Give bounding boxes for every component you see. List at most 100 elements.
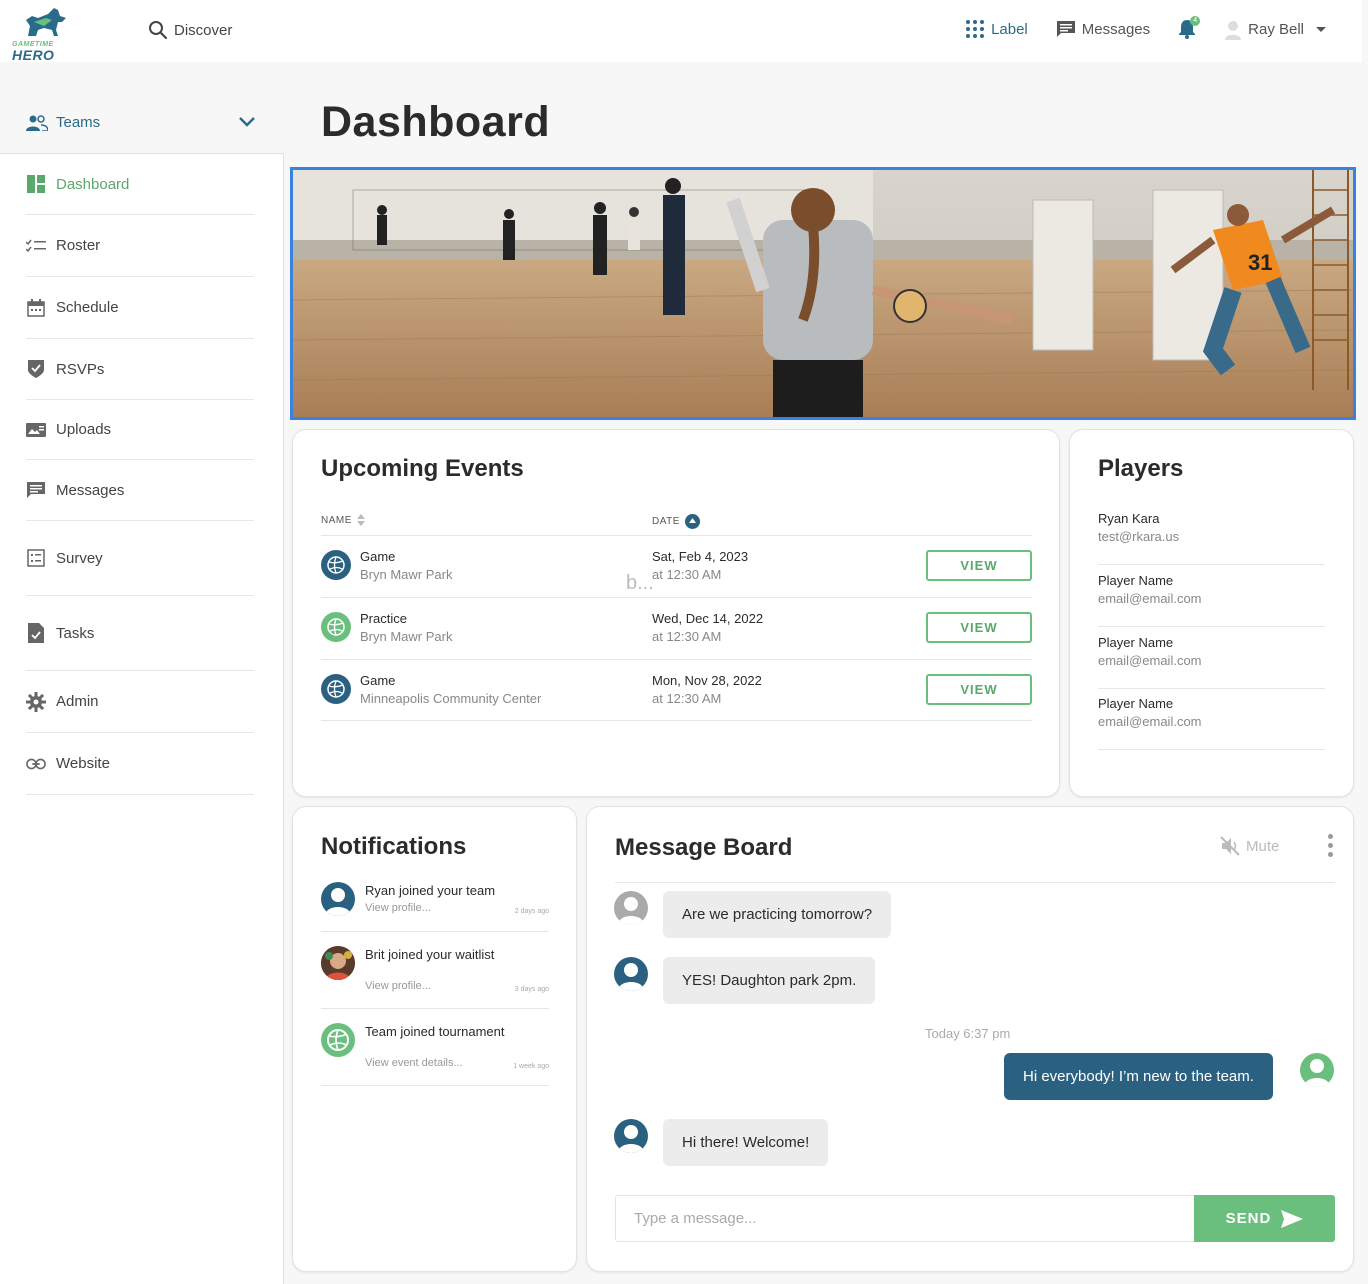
sidebar-item-label: Survey bbox=[56, 549, 103, 567]
sort-icon bbox=[356, 514, 365, 526]
message-icon bbox=[1056, 21, 1075, 37]
user-avatar-icon bbox=[614, 891, 648, 925]
messages-link-text: Messages bbox=[1081, 20, 1151, 38]
sidebar-item-website[interactable]: Website bbox=[26, 733, 254, 795]
grid-dots-icon bbox=[966, 20, 985, 38]
player-name: Player Name bbox=[1098, 573, 1174, 588]
player-name: Ryan Kara bbox=[1098, 511, 1160, 526]
event-time: at 12:30 AM bbox=[652, 629, 722, 644]
player-row[interactable]: Player Name email@email.com bbox=[1098, 627, 1325, 689]
user-avatar-icon bbox=[614, 957, 648, 991]
player-name: Player Name bbox=[1098, 696, 1174, 711]
page-title: Dashboard bbox=[321, 98, 551, 146]
teams-label: Teams bbox=[56, 114, 101, 131]
svg-text:31: 31 bbox=[1248, 250, 1272, 275]
volleyball-icon bbox=[321, 674, 351, 704]
sidebar-item-label: Messages bbox=[56, 481, 125, 499]
label-link-text: Label bbox=[991, 20, 1028, 38]
discover-label: Discover bbox=[174, 21, 233, 39]
divider bbox=[615, 882, 1335, 883]
sidebar-item-survey[interactable]: Survey bbox=[26, 521, 254, 596]
send-label: SEND bbox=[1225, 1210, 1272, 1227]
col-header-date[interactable]: DATE bbox=[652, 514, 700, 529]
player-email: email@email.com bbox=[1098, 653, 1202, 668]
notification-item[interactable]: Brit joined your waitlist View profile..… bbox=[321, 946, 549, 1009]
notification-time: 1 week ago bbox=[513, 1063, 549, 1070]
volleyball-icon bbox=[321, 1023, 355, 1057]
event-row: Practice Bryn Mawr Park Wed, Dec 14, 202… bbox=[321, 597, 1032, 659]
send-arrow-icon bbox=[1281, 1209, 1304, 1228]
event-location: Minneapolis Community Center bbox=[360, 691, 542, 706]
event-location: Bryn Mawr Park bbox=[360, 629, 453, 644]
event-location: Bryn Mawr Park bbox=[360, 567, 453, 582]
notification-item[interactable]: Ryan joined your team View profile... 2 … bbox=[321, 882, 549, 932]
message-bubble: Hi there! Welcome! bbox=[663, 1119, 829, 1166]
discover-link[interactable]: Discover bbox=[148, 20, 232, 40]
player-name: Player Name bbox=[1098, 635, 1174, 650]
event-date: Sat, Feb 4, 2023 bbox=[652, 549, 749, 564]
sort-ascending-icon bbox=[684, 514, 700, 529]
message-timestamp: Today 6:37 pm bbox=[925, 1026, 1011, 1041]
top-bar: GAMETIME HERO Discover Label Messages 4 … bbox=[0, 0, 1362, 62]
sidebar-item-admin[interactable]: Admin bbox=[26, 671, 254, 733]
sidebar-item-label: Schedule bbox=[56, 299, 119, 316]
sidebar-item-rsvps[interactable]: RSVPs bbox=[26, 339, 254, 400]
chevron-down-icon[interactable] bbox=[238, 116, 256, 128]
checklist-icon bbox=[26, 236, 46, 256]
view-event-button[interactable]: VIEW bbox=[926, 674, 1032, 705]
sidebar-item-label: Dashboard bbox=[56, 175, 130, 193]
message-input[interactable] bbox=[615, 1195, 1195, 1242]
event-time: at 12:30 AM bbox=[652, 691, 722, 706]
top-nav: Label Messages 4 Ray Bell bbox=[937, 16, 1326, 40]
messages-link[interactable]: Messages bbox=[1056, 20, 1150, 38]
event-name: Practice bbox=[360, 611, 407, 626]
event-row: Game Bryn Mawr Park Sat, Feb 4, 2023 at … bbox=[321, 535, 1032, 597]
task-icon bbox=[26, 623, 46, 643]
user-photo-avatar bbox=[321, 946, 355, 980]
player-row[interactable]: Player Name email@email.com bbox=[1098, 565, 1325, 627]
player-row[interactable]: Ryan Kara test@rkara.us bbox=[1098, 503, 1325, 565]
col-name-label: NAME bbox=[321, 514, 352, 526]
sidebar-item-uploads[interactable]: Uploads bbox=[26, 400, 254, 460]
player-email: test@rkara.us bbox=[1098, 529, 1180, 544]
upcoming-events-title: Upcoming Events bbox=[321, 455, 524, 482]
sidebar-item-messages[interactable]: Messages bbox=[26, 460, 254, 521]
view-event-button[interactable]: VIEW bbox=[926, 550, 1032, 581]
teams-selector[interactable]: Teams bbox=[0, 100, 284, 154]
volleyball-icon bbox=[321, 612, 351, 642]
notifications-bell[interactable]: 4 bbox=[1178, 16, 1201, 39]
survey-icon bbox=[26, 548, 46, 568]
user-menu[interactable]: Ray Bell bbox=[1224, 18, 1326, 40]
send-button[interactable]: SEND bbox=[1194, 1195, 1335, 1242]
sidebar-item-dashboard[interactable]: Dashboard bbox=[26, 154, 254, 215]
event-date: Mon, Nov 28, 2022 bbox=[652, 673, 762, 688]
link-icon bbox=[26, 754, 46, 774]
user-avatar-icon bbox=[614, 1119, 648, 1153]
sidebar-item-schedule[interactable]: Schedule bbox=[26, 277, 254, 339]
view-event-button[interactable]: VIEW bbox=[926, 612, 1032, 643]
sidebar-item-label: Roster bbox=[56, 237, 101, 254]
sidebar-item-label: Admin bbox=[56, 693, 99, 710]
mute-button[interactable]: Mute bbox=[1220, 836, 1279, 856]
message-icon bbox=[26, 480, 46, 500]
label-link[interactable]: Label bbox=[965, 19, 1028, 39]
sidebar-item-roster[interactable]: Roster bbox=[26, 215, 254, 277]
mute-icon bbox=[1220, 836, 1240, 856]
event-row: Game Minneapolis Community Center Mon, N… bbox=[321, 659, 1032, 721]
notification-link[interactable]: View profile... bbox=[365, 980, 431, 992]
gear-icon bbox=[26, 691, 46, 712]
dashboard-icon bbox=[26, 174, 46, 194]
sidebar-item-tasks[interactable]: Tasks bbox=[26, 596, 254, 671]
notification-count-badge: 4 bbox=[1190, 16, 1201, 26]
caret-down-icon bbox=[1316, 26, 1326, 32]
player-email: email@email.com bbox=[1098, 714, 1202, 729]
notification-item[interactable]: Team joined tournament View event detail… bbox=[321, 1023, 549, 1086]
notification-link[interactable]: View event details... bbox=[365, 1057, 463, 1069]
col-header-name[interactable]: NAME bbox=[321, 514, 365, 526]
brand-logo[interactable]: GAMETIME HERO bbox=[12, 6, 78, 62]
user-avatar-icon bbox=[1225, 21, 1242, 40]
player-row[interactable]: Player Name email@email.com bbox=[1098, 688, 1325, 750]
notification-text: Brit joined your waitlist bbox=[365, 947, 495, 962]
notification-link[interactable]: View profile... bbox=[365, 902, 431, 914]
more-options-icon[interactable] bbox=[1328, 834, 1334, 861]
